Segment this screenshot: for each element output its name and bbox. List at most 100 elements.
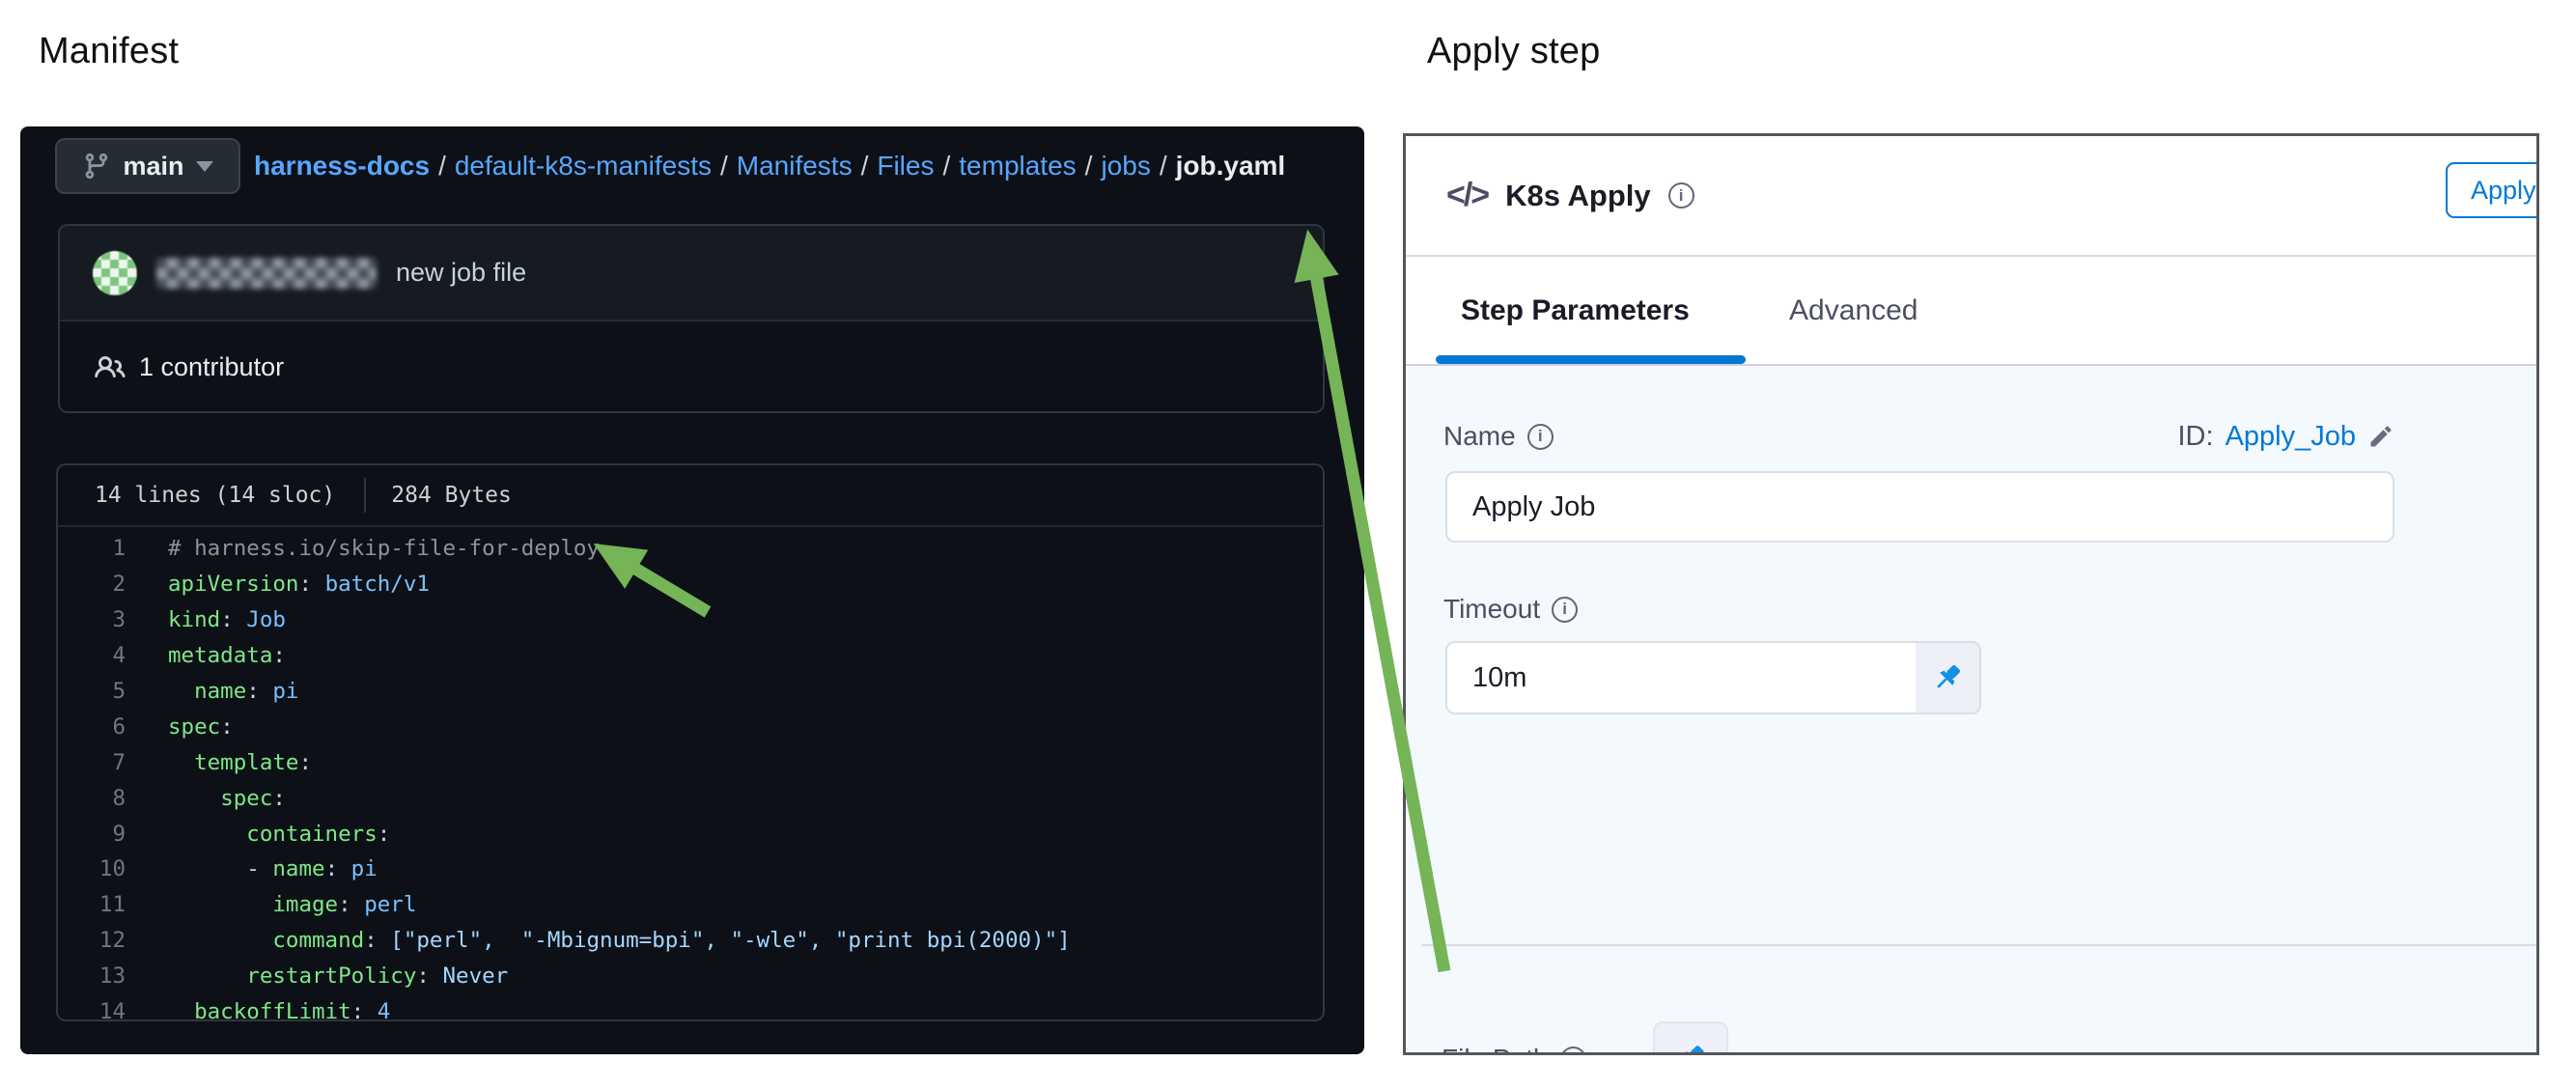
chevron-down-icon: [196, 161, 213, 172]
code-line: 4 metadata:: [58, 638, 1323, 674]
file-path-field-label: File Path: [1442, 1042, 1586, 1055]
commit-box: new job file 1 contributor: [58, 224, 1325, 413]
file-lines-stat: 14 lines (14 sloc): [95, 483, 335, 508]
breadcrumb-harness-docs[interactable]: harness-docs: [254, 151, 430, 182]
line-number[interactable]: 2: [58, 572, 126, 597]
line-number[interactable]: 1: [58, 536, 126, 561]
breadcrumb-separator: /: [1085, 151, 1093, 182]
info-icon[interactable]: [1527, 424, 1554, 450]
code-text: apiVersion: batch/v1: [168, 572, 430, 597]
breadcrumb-separator: /: [861, 151, 869, 182]
code-text: image: perl: [168, 892, 416, 917]
breadcrumb-jobs[interactable]: jobs: [1101, 151, 1150, 182]
name-field-label: Name: [1443, 419, 1554, 454]
line-number[interactable]: 5: [58, 679, 126, 704]
code-text: backoffLimit: 4: [168, 999, 390, 1021]
breadcrumb-Files[interactable]: Files: [877, 151, 934, 182]
code-text: - name: pi: [168, 856, 378, 881]
line-number[interactable]: 9: [58, 822, 126, 847]
line-number[interactable]: 13: [58, 963, 126, 989]
name-input[interactable]: [1445, 471, 2394, 543]
branch-selector-button[interactable]: main: [55, 138, 240, 194]
file-size-stat: 284 Bytes: [391, 483, 512, 508]
breadcrumb-job.yaml: job.yaml: [1176, 151, 1286, 182]
redacted-username: [156, 258, 377, 289]
k8s-apply-step-panel: </> K8s Apply Apply Step Parameters Adva…: [1403, 133, 2539, 1055]
divider: [364, 478, 366, 513]
manifest-heading: Manifest: [39, 31, 179, 72]
breadcrumb-separator: /: [438, 151, 446, 182]
apply-changes-button[interactable]: Apply: [2446, 162, 2539, 218]
code-text: spec:: [168, 786, 286, 811]
contributors-count: 1 contributor: [139, 352, 284, 382]
code-text: metadata:: [168, 643, 286, 668]
code-line: 11 image: perl: [58, 887, 1323, 923]
people-icon: [95, 352, 126, 383]
line-number[interactable]: 7: [58, 750, 126, 775]
code-line: 10 - name: pi: [58, 852, 1323, 887]
code-text: restartPolicy: Never: [168, 963, 508, 989]
breadcrumb-separator: /: [720, 151, 728, 182]
code-line: 7 template:: [58, 744, 1323, 780]
avatar[interactable]: [93, 251, 137, 295]
pin-toggle-button[interactable]: [1653, 1021, 1728, 1055]
commit-message[interactable]: new job file: [396, 258, 526, 288]
code-viewer: 14 lines (14 sloc) 284 Bytes 1 # harness.…: [56, 463, 1325, 1021]
branch-name: main: [123, 152, 183, 182]
pin-icon[interactable]: [1916, 643, 1979, 712]
line-number[interactable]: 6: [58, 714, 126, 740]
tab-advanced[interactable]: Advanced: [1789, 257, 1918, 364]
divider: [1421, 944, 2536, 946]
step-tabs: Step Parameters Advanced: [1406, 257, 2536, 364]
code-text: # harness.io/skip-file-for-deploy: [168, 536, 600, 561]
info-icon[interactable]: [1552, 597, 1578, 623]
code-line: 3 kind: Job: [58, 602, 1323, 638]
step-title: K8s Apply: [1505, 179, 1650, 213]
tab-step-parameters[interactable]: Step Parameters: [1461, 257, 1690, 364]
code-line: 8 spec:: [58, 780, 1323, 816]
latest-commit-row: new job file: [60, 226, 1323, 321]
breadcrumb-default-k8s-manifests[interactable]: default-k8s-manifests: [455, 151, 712, 182]
code-text: template:: [168, 750, 312, 775]
line-number[interactable]: 14: [58, 999, 126, 1021]
edit-pencil-icon[interactable]: [2367, 423, 2394, 450]
code-line: 12 command: ["perl", "-Mbignum=bpi", "-w…: [58, 923, 1323, 959]
file-stats-bar: 14 lines (14 sloc) 284 Bytes: [58, 465, 1323, 527]
step-parameters-form: Name ID: Apply_Job Timeout File Pa: [1406, 366, 2536, 1052]
breadcrumb-separator: /: [1160, 151, 1167, 182]
line-number[interactable]: 12: [58, 928, 126, 953]
code-text: command: ["perl", "-Mbignum=bpi", "-wle"…: [168, 928, 1071, 953]
step-header: </> K8s Apply Apply: [1406, 136, 2536, 255]
breadcrumb-Manifests[interactable]: Manifests: [737, 151, 853, 182]
breadcrumb-separator: /: [942, 151, 950, 182]
step-id-row: ID: Apply_Job: [2178, 419, 2395, 454]
code-line: 1 # harness.io/skip-file-for-deploy: [58, 531, 1323, 567]
code-text: name: pi: [168, 679, 298, 704]
code-lines: 1 # harness.io/skip-file-for-deploy 2 apiVe…: [58, 527, 1323, 1021]
step-id-link[interactable]: Apply_Job: [2226, 421, 2356, 453]
code-text: containers:: [168, 822, 390, 847]
code-line: 14 backoffLimit: 4: [58, 994, 1323, 1021]
contributors-row[interactable]: 1 contributor: [60, 321, 1323, 413]
github-file-panel: main harness-docs / default-k8s-manifests /…: [20, 126, 1364, 1054]
code-line: 13 restartPolicy: Never: [58, 959, 1323, 994]
git-branch-icon: [82, 152, 111, 181]
line-number[interactable]: 3: [58, 607, 126, 632]
id-label: ID:: [2178, 421, 2214, 453]
active-tab-indicator: [1436, 355, 1746, 364]
line-number[interactable]: 11: [58, 892, 126, 917]
apply-step-heading: Apply step: [1427, 31, 1600, 72]
code-text: kind: Job: [168, 607, 286, 632]
breadcrumb-templates[interactable]: templates: [959, 151, 1076, 182]
code-line: 9 containers:: [58, 816, 1323, 852]
code-line: 2 apiVersion: batch/v1: [58, 567, 1323, 602]
timeout-input[interactable]: [1447, 643, 1916, 712]
line-number[interactable]: 8: [58, 786, 126, 811]
info-icon[interactable]: [1668, 182, 1694, 209]
line-number[interactable]: 10: [58, 856, 126, 881]
line-number[interactable]: 4: [58, 643, 126, 668]
timeout-field-label: Timeout: [1443, 592, 1578, 627]
breadcrumb: harness-docs / default-k8s-manifests / Manif…: [254, 138, 1285, 194]
info-icon[interactable]: [1560, 1047, 1586, 1056]
code-line: 6spec:: [58, 709, 1323, 744]
